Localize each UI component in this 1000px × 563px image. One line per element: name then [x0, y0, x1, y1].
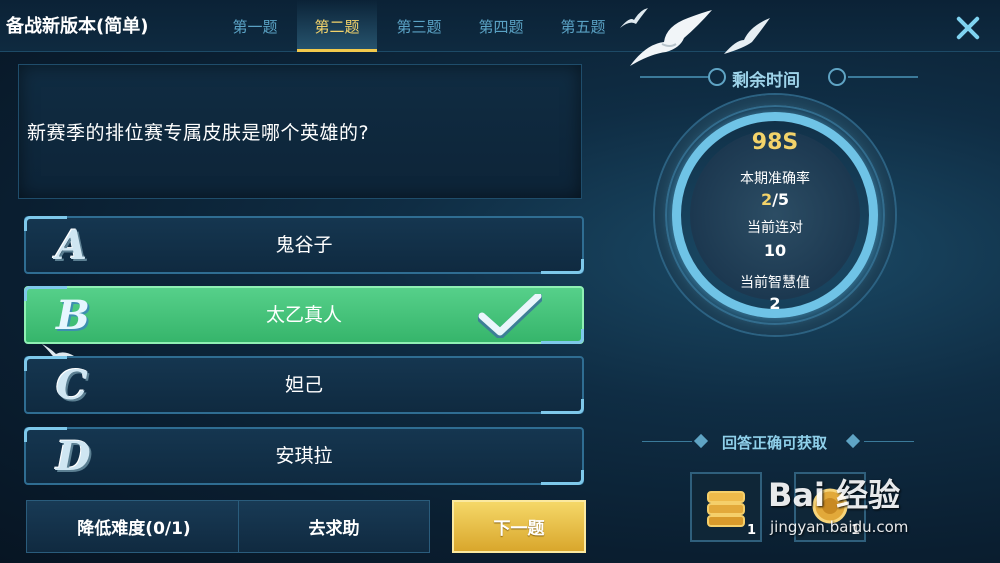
ornament-ring-icon — [708, 68, 726, 86]
reward-slot[interactable]: 1 — [690, 472, 762, 542]
ask-help-button[interactable]: 去求助 — [238, 500, 430, 553]
tab-question-5[interactable]: 第五题 — [543, 0, 623, 52]
option-text: 鬼谷子 — [275, 234, 333, 256]
baidu-jingyan-watermark: Bai 经验 jingyan.baidu.com — [768, 470, 1000, 563]
ornament-line — [848, 76, 918, 78]
close-button[interactable] — [950, 10, 986, 46]
tab-question-4[interactable]: 第四题 — [461, 0, 541, 52]
ornament-ring-icon — [828, 68, 846, 86]
question-panel: 新赛季的排位赛专属皮肤是哪个英雄的? — [18, 64, 582, 199]
reward-label: 回答正确可获取 — [722, 434, 828, 452]
accuracy-label: 本期准确率 — [740, 171, 810, 187]
seagull-icon — [630, 10, 712, 66]
quiz-screen: 备战新版本(简单) 第一题 第二题 第三题 第四题 第五题 新赛季的排位赛专属皮… — [0, 0, 1000, 563]
question-tabs: 第一题 第二题 第三题 第四题 第五题 — [215, 0, 625, 52]
option-text: 安琪拉 — [275, 445, 333, 467]
ornament-line — [640, 76, 710, 78]
watermark-url: jingyan.baidu.com — [770, 518, 909, 536]
page-title: 备战新版本(简单) — [6, 16, 149, 37]
ornament-line — [642, 441, 692, 442]
ornament-line — [864, 441, 914, 442]
seagull-icon — [724, 18, 770, 54]
option-c[interactable]: C 妲己 — [24, 356, 584, 414]
tab-question-1[interactable]: 第一题 — [215, 0, 295, 52]
streak-value: 10 — [763, 241, 787, 260]
lower-difficulty-button[interactable]: 降低难度(0/1) — [26, 500, 242, 553]
timer-label: 剩余时间 — [732, 71, 800, 91]
tab-question-3[interactable]: 第三题 — [379, 0, 459, 52]
diamond-icon — [693, 433, 709, 449]
top-bar: 备战新版本(简单) 第一题 第二题 第三题 第四题 第五题 — [0, 0, 1000, 52]
tab-question-2[interactable]: 第二题 — [297, 0, 377, 52]
option-text: 妲己 — [284, 374, 323, 396]
reward-count: 1 — [746, 523, 756, 538]
streak-label: 当前连对 — [747, 220, 803, 236]
wisdom-value: 2 — [769, 294, 781, 313]
checkmark-icon — [478, 294, 542, 338]
timer-value: 98S — [751, 130, 799, 155]
option-d[interactable]: D 安琪拉 — [24, 427, 584, 485]
accuracy-value: 2/5 — [760, 190, 790, 209]
next-question-button[interactable]: 下一题 — [452, 500, 586, 553]
diamond-icon — [845, 433, 861, 449]
watermark-brand: Bai 经验 — [768, 476, 901, 514]
question-text: 新赛季的排位赛专属皮肤是哪个英雄的? — [27, 122, 370, 144]
option-a[interactable]: A 鬼谷子 — [24, 216, 584, 274]
wisdom-label: 当前智慧值 — [740, 275, 810, 291]
option-b[interactable]: B 太乙真人 — [24, 286, 584, 344]
